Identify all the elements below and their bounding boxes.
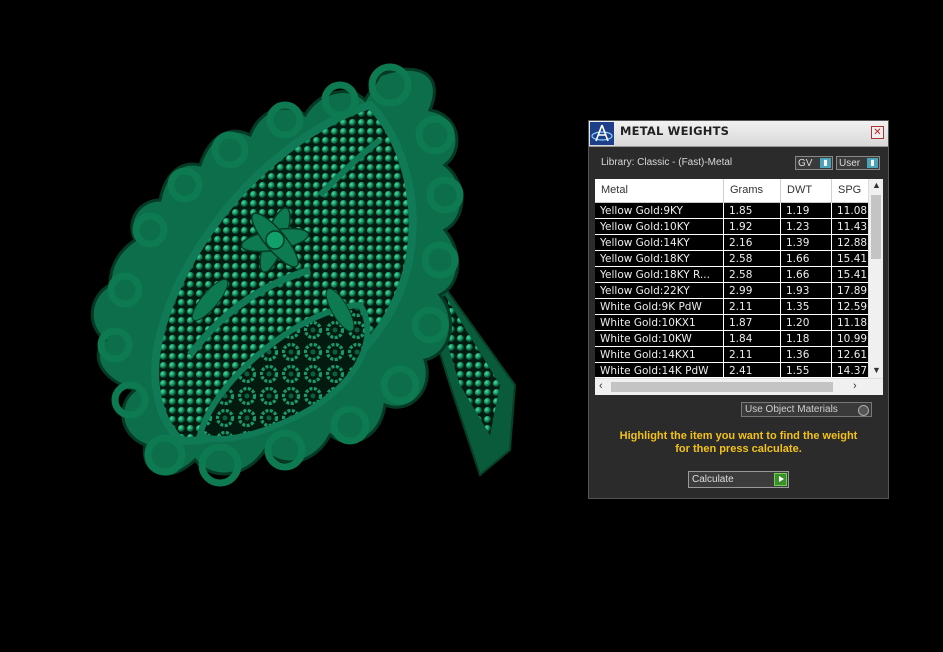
toggle-indicator-icon: ▮ [820,158,831,168]
cell-dwt: 1.18 [781,331,832,347]
cell-grams: 2.11 [724,299,781,315]
table-row[interactable]: White Gold:10KX1 1.87 1.20 11.18 [595,315,869,331]
table-row[interactable]: Yellow Gold:22KY 2.99 1.93 17.89 [595,283,869,299]
cell-spg: 14.37 [832,363,869,377]
ring-model [90,63,517,487]
cell-dwt: 1.66 [781,267,832,283]
cell-spg: 15.41 [832,267,869,283]
cell-metal: White Gold:14KX1 [595,347,724,363]
cell-metal: Yellow Gold:18KY [595,251,724,267]
cell-dwt: 1.20 [781,315,832,331]
horizontal-scroll-thumb[interactable] [611,382,833,392]
cell-spg: 12.61 [832,347,869,363]
column-header-dwt[interactable]: DWT [781,179,832,202]
toggle-indicator-icon: ▮ [867,158,878,168]
cell-dwt: 1.93 [781,283,832,299]
cell-dwt: 1.35 [781,299,832,315]
cell-spg: 11.18 [832,315,869,331]
cell-metal: White Gold:10KW [595,331,724,347]
table-row[interactable]: White Gold:14KX1 2.11 1.36 12.61 [595,347,869,363]
panel-title: METAL WEIGHTS [620,124,730,138]
scroll-down-icon[interactable]: ▼ [872,365,881,375]
cell-grams: 2.16 [724,235,781,251]
cell-metal: Yellow Gold:14KY [595,235,724,251]
table-row[interactable]: White Gold:9K PdW 2.11 1.35 12.59 [595,299,869,315]
gv-toggle[interactable]: GV ▮ [795,156,833,170]
table-row[interactable]: Yellow Gold:9KY 1.85 1.19 11.08 [595,203,869,219]
instruction-line-2: for then press calculate. [675,443,802,455]
scroll-right-icon[interactable]: › [853,380,857,392]
cell-metal: Yellow Gold:22KY [595,283,724,299]
use-object-materials-option[interactable]: Use Object Materials [741,402,872,417]
cell-grams: 2.11 [724,347,781,363]
cell-dwt: 1.23 [781,219,832,235]
close-icon[interactable]: ✕ [871,126,884,139]
user-toggle[interactable]: User ▮ [836,156,880,170]
column-header-grams[interactable]: Grams [724,179,781,202]
table-row[interactable]: Yellow Gold:18KY 2.58 1.66 15.41 [595,251,869,267]
cell-spg: 12.59 [832,299,869,315]
cell-grams: 2.99 [724,283,781,299]
cell-dwt: 1.66 [781,251,832,267]
cell-spg: 12.88 [832,235,869,251]
cell-grams: 1.87 [724,315,781,331]
table-row[interactable]: Yellow Gold:10KY 1.92 1.23 11.43 [595,219,869,235]
metal-table[interactable]: Metal Grams DWT SPG Yellow Gold:9KY 1.85 1… [595,179,883,395]
metal-weights-panel: METAL WEIGHTS ✕ Library: Classic - (Fast… [588,120,889,499]
cell-grams: 1.85 [724,203,781,219]
cell-spg: 11.08 [832,203,869,219]
library-label: Library: Classic - (Fast)-Metal [601,157,733,168]
panel-titlebar[interactable]: METAL WEIGHTS ✕ [589,121,888,147]
table-row[interactable]: White Gold:10KW 1.84 1.18 10.99 [595,331,869,347]
table-header: Metal Grams DWT SPG [595,179,869,203]
cell-spg: 11.43 [832,219,869,235]
table-row[interactable]: Yellow Gold:18KY R... 2.58 1.66 15.41 [595,267,869,283]
table-row[interactable]: White Gold:14K PdW 2.41 1.55 14.37 [595,363,869,377]
cell-grams: 1.92 [724,219,781,235]
cell-dwt: 1.36 [781,347,832,363]
cell-grams: 2.58 [724,267,781,283]
calculate-button-label: Calculate [692,474,734,485]
play-arrow-icon [774,473,787,486]
column-header-metal[interactable]: Metal [595,179,724,202]
gv-toggle-label: GV [798,158,813,169]
table-body: Yellow Gold:9KY 1.85 1.19 11.08 Yellow Gold:… [595,203,869,377]
calculate-button[interactable]: Calculate [688,471,789,488]
scroll-left-icon[interactable]: ‹ [599,380,603,392]
cell-metal: Yellow Gold:9KY [595,203,724,219]
horizontal-scrollbar[interactable]: ‹ › [595,378,883,395]
instruction-line-1: Highlight the item you want to find the … [619,430,858,442]
radio-icon[interactable] [858,405,869,416]
cell-metal: White Gold:9K PdW [595,299,724,315]
cell-dwt: 1.39 [781,235,832,251]
cell-metal: Yellow Gold:18KY R... [595,267,724,283]
table-row[interactable]: Yellow Gold:14KY 2.16 1.39 12.88 [595,235,869,251]
vertical-scroll-thumb[interactable] [871,195,881,259]
cell-grams: 2.41 [724,363,781,377]
app-logo-icon [590,122,614,145]
cell-dwt: 1.55 [781,363,832,377]
column-header-spg[interactable]: SPG [832,179,869,202]
user-toggle-label: User [839,158,861,169]
cell-metal: White Gold:14K PdW [595,363,724,377]
vertical-scrollbar[interactable]: ▲ ▼ [868,179,883,379]
use-object-materials-label: Use Object Materials [745,404,838,415]
cell-spg: 10.99 [832,331,869,347]
cell-metal: Yellow Gold:10KY [595,219,724,235]
cell-grams: 2.58 [724,251,781,267]
cell-metal: White Gold:10KX1 [595,315,724,331]
cell-spg: 17.89 [832,283,869,299]
cell-spg: 15.41 [832,251,869,267]
instruction-text: Highlight the item you want to find the … [589,430,888,456]
scroll-up-icon[interactable]: ▲ [872,180,881,190]
cell-grams: 1.84 [724,331,781,347]
cell-dwt: 1.19 [781,203,832,219]
